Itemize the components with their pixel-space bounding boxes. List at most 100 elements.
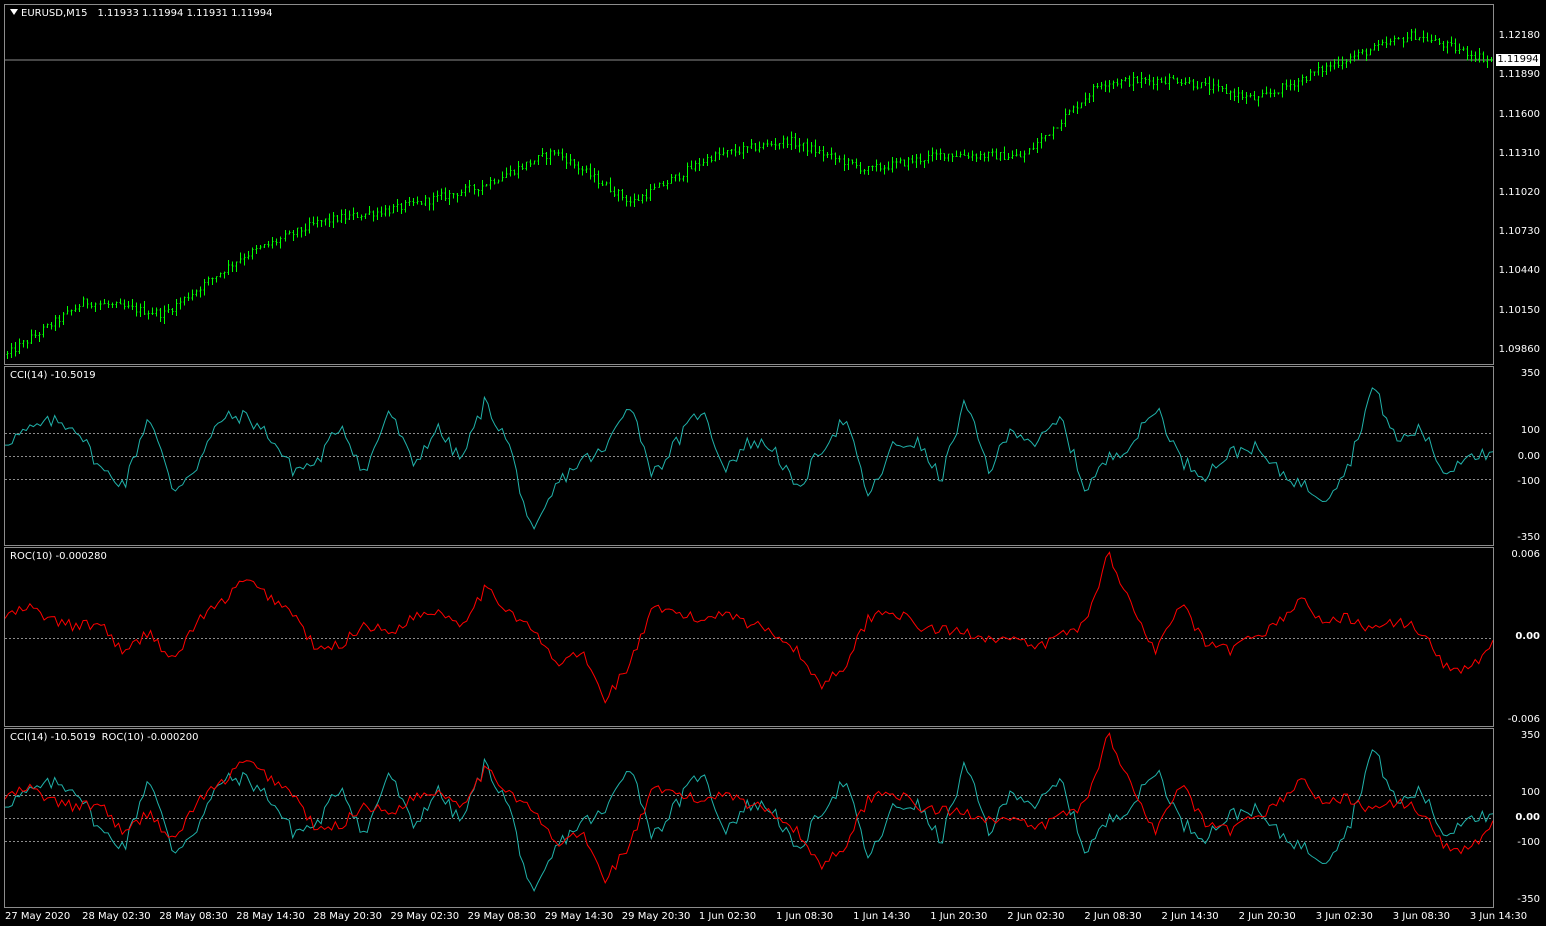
time-axis-label: 28 May 08:30 <box>159 911 228 922</box>
price-bar <box>26 339 29 349</box>
price-bar <box>790 131 793 151</box>
price-bar <box>94 302 97 313</box>
price-bar <box>995 148 998 160</box>
price-bar <box>1249 92 1252 98</box>
price-bar <box>826 151 829 159</box>
price-bar <box>637 194 640 202</box>
price-bar <box>356 212 359 219</box>
time-axis-label: 2 Jun 02:30 <box>1007 911 1065 922</box>
bid-price-tag: 1.11994 <box>1496 54 1540 66</box>
price-bar <box>987 151 990 162</box>
candlestick-chart[interactable] <box>5 5 1493 364</box>
price-bar <box>155 307 158 317</box>
price-bar <box>1269 88 1272 98</box>
price-chart-pane[interactable]: EURUSD,M15 1.11933 1.11994 1.11931 1.1199… <box>4 4 1494 365</box>
price-bar <box>806 138 809 157</box>
price-bar <box>802 142 805 152</box>
price-bar <box>766 139 769 147</box>
price-bar <box>1365 48 1368 62</box>
time-axis-label: 2 Jun 20:30 <box>1238 911 1296 922</box>
roc-line-chart[interactable] <box>5 548 1493 726</box>
price-bar <box>340 209 343 223</box>
mt4-chart-window[interactable]: EURUSD,M15 1.11933 1.11994 1.11931 1.1199… <box>0 0 1546 926</box>
roc-indicator-pane[interactable]: ROC(10) -0.000280 <box>4 547 1494 727</box>
price-bar <box>1450 36 1453 47</box>
price-bar <box>621 189 624 201</box>
price-bar <box>1188 76 1191 84</box>
price-bar <box>199 286 202 298</box>
price-bar <box>1277 92 1280 95</box>
price-bar <box>569 154 572 166</box>
price-bar <box>810 141 813 154</box>
price-bar <box>597 170 600 189</box>
price-bar <box>66 306 69 315</box>
time-axis-label: 2 Jun 14:30 <box>1161 911 1219 922</box>
price-bar <box>529 159 532 167</box>
price-bar <box>943 152 946 162</box>
cci-indicator-pane[interactable]: CCI(14) -10.5019 <box>4 366 1494 546</box>
price-bar <box>42 324 45 338</box>
price-bar <box>1208 76 1211 95</box>
combined-line-chart[interactable] <box>5 729 1493 907</box>
time-axis-label: 29 May 20:30 <box>621 911 691 922</box>
price-bar <box>231 261 234 273</box>
price-bar <box>1176 77 1179 84</box>
price-bar <box>90 302 93 309</box>
price-bar <box>388 205 391 217</box>
price-bar <box>191 289 194 301</box>
price-bar <box>573 158 576 169</box>
price-bar <box>1442 41 1445 52</box>
price-bar <box>686 162 689 183</box>
price-bar <box>939 148 942 160</box>
price-bar <box>1285 79 1288 91</box>
price-bar <box>923 159 926 168</box>
price-bar <box>78 303 81 312</box>
price-bar <box>770 140 773 147</box>
price-bar <box>871 165 874 171</box>
price-bar <box>722 147 725 156</box>
price-bar <box>10 343 13 358</box>
cci-scale-label: 350 <box>1520 368 1540 379</box>
price-bar <box>875 159 878 172</box>
combo-scale-label: 0.00 <box>1515 812 1540 823</box>
price-bar <box>1180 79 1183 87</box>
price-bar <box>537 154 540 165</box>
ohlc-label: 1.11933 1.11994 1.11931 1.11994 <box>97 8 273 19</box>
price-bar <box>163 305 166 325</box>
price-bar <box>1096 82 1099 89</box>
price-bar <box>115 301 118 308</box>
cci-line-chart[interactable] <box>5 367 1493 545</box>
cci-scale-label: 100 <box>1520 425 1540 436</box>
price-bar <box>758 141 761 153</box>
time-axis-label: 3 Jun 14:30 <box>1469 911 1528 922</box>
price-bar <box>227 260 230 275</box>
price-bar <box>468 180 471 193</box>
price-bar <box>292 229 295 242</box>
price-bar <box>489 176 492 190</box>
time-axis[interactable]: 27 May 2020 28 May 02:30 28 May 08:30 28 Ma… <box>0 908 1546 926</box>
price-bar <box>883 164 886 175</box>
price-bar <box>762 142 765 150</box>
price-bar <box>589 163 592 180</box>
price-bar <box>830 147 833 160</box>
price-bar <box>6 351 9 359</box>
price-bar <box>645 189 648 202</box>
price-bar <box>1406 32 1409 43</box>
time-axis-label: 2 Jun 08:30 <box>1084 911 1142 922</box>
combined-indicator-pane[interactable]: CCI(14) -10.5019 ROC(10) -0.000200 <box>4 728 1494 908</box>
price-bar <box>1229 90 1232 100</box>
price-bar <box>702 158 705 167</box>
price-bar <box>947 153 950 162</box>
price-bar <box>1333 59 1336 70</box>
price-bar <box>1414 28 1417 40</box>
time-axis-label: 1 Jun 14:30 <box>853 911 911 922</box>
price-bar <box>629 196 632 207</box>
price-bar <box>1140 72 1143 89</box>
price-bar <box>517 161 520 179</box>
price-bar <box>1301 74 1304 86</box>
price-bar <box>127 301 130 309</box>
dropdown-triangle-icon[interactable] <box>10 9 18 15</box>
price-bar <box>1204 78 1207 87</box>
combo-scale-label: -350 <box>1517 894 1540 905</box>
price-bar <box>1317 61 1320 76</box>
